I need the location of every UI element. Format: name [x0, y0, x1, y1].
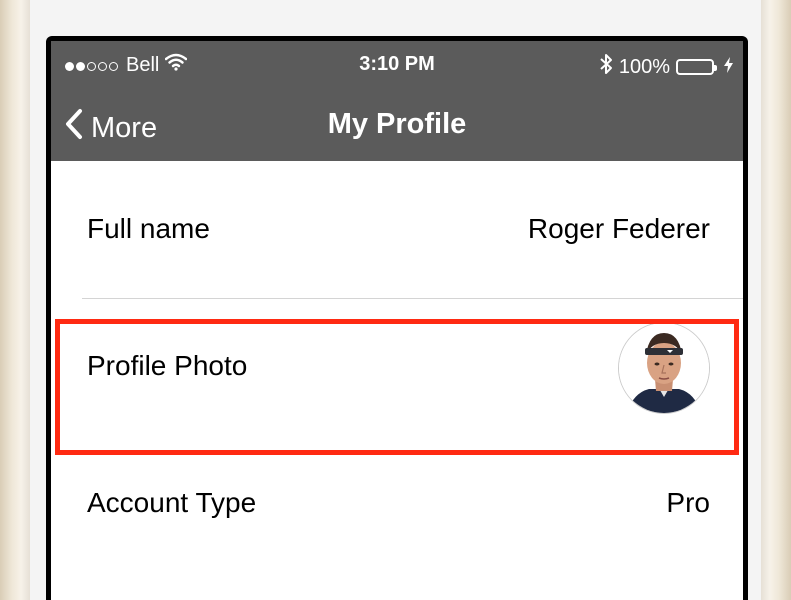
- full-name-row[interactable]: Full name Roger Federer: [51, 161, 743, 298]
- status-right: 100%: [599, 53, 733, 81]
- account-type-row[interactable]: Account Type Pro: [51, 435, 743, 572]
- status-bar: Bell 3:10 PM 100%: [51, 41, 743, 86]
- full-name-value: Roger Federer: [527, 213, 710, 244]
- navigation-bar: More My Profile: [51, 86, 743, 161]
- battery-icon: [676, 59, 717, 75]
- app-screen: Bell 3:10 PM 100% More My Profile Full n…: [51, 41, 743, 600]
- page-title: My Profile: [327, 108, 467, 140]
- battery-percent: 100%: [618, 55, 670, 78]
- account-type-label: Account Type: [87, 487, 257, 518]
- account-type-value: Pro: [666, 487, 710, 518]
- charging-bolt-icon: [724, 56, 733, 79]
- bluetooth-icon: [599, 53, 613, 81]
- highlight-box: [55, 319, 739, 455]
- phone-bezel-right: [761, 0, 791, 600]
- phone-screen: Bell 3:10 PM 100% More My Profile Full n…: [46, 36, 748, 600]
- phone-bezel-left: [0, 0, 30, 600]
- full-name-label: Full name: [87, 213, 210, 244]
